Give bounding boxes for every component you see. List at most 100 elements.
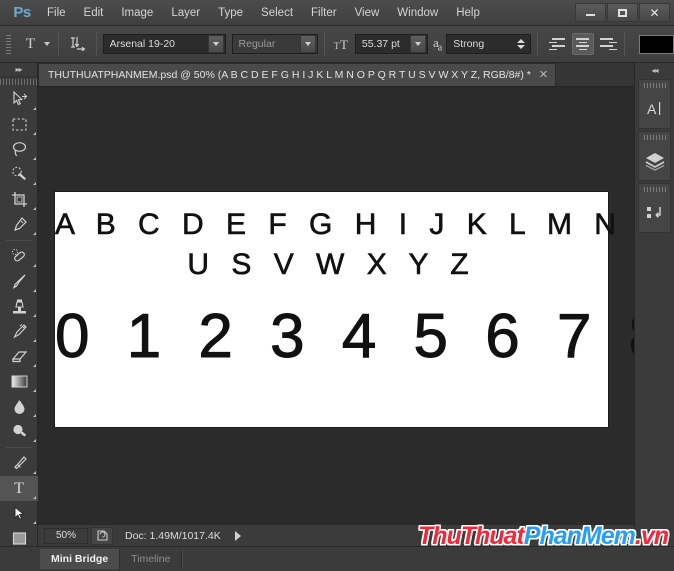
dodge-tool[interactable]: [0, 419, 38, 444]
menu-view[interactable]: View: [346, 3, 389, 23]
gradient-tool[interactable]: [0, 369, 38, 394]
tool-options-corner: [33, 471, 36, 474]
brush-tool[interactable]: [0, 269, 38, 294]
menu-filter[interactable]: Filter: [302, 3, 346, 23]
document-tab[interactable]: THUTHUATPHANMEM.psd @ 50% (A B C D E F G…: [38, 63, 557, 86]
divider: [536, 32, 538, 56]
move-tool[interactable]: [0, 87, 38, 112]
zoom-level-input[interactable]: 50%: [44, 527, 88, 544]
clone-stamp-tool[interactable]: [0, 294, 38, 319]
panel-dock: ◂◂ A: [634, 63, 674, 550]
font-size-input[interactable]: 55.37 pt: [354, 34, 428, 54]
layers-panel-icon: [644, 142, 666, 180]
menu-window[interactable]: Window: [388, 3, 447, 23]
tool-options-corner: [33, 289, 36, 292]
tool-preset-picker[interactable]: T: [16, 32, 52, 56]
pen-tool[interactable]: [0, 451, 38, 476]
spot-healing-brush-tool[interactable]: [0, 244, 38, 269]
align-right-button[interactable]: [596, 33, 618, 55]
close-icon: ✕: [649, 5, 660, 20]
minimize-button[interactable]: [575, 3, 606, 22]
layers-panel-button[interactable]: [638, 131, 671, 181]
text-color-swatch[interactable]: [638, 34, 674, 54]
lasso-tool[interactable]: [0, 137, 38, 162]
svg-text:T: T: [340, 37, 348, 52]
chevron-down-icon: [44, 42, 51, 46]
menu-image[interactable]: Image: [112, 3, 162, 23]
toggle-text-orientation-icon[interactable]: [65, 32, 89, 56]
artboard[interactable]: A B C D E F G H I J K L M N O P Q R T U …: [55, 192, 635, 427]
quick-selection-tool[interactable]: [0, 162, 38, 187]
eyedropper-tool[interactable]: [0, 212, 38, 237]
anti-aliasing-select[interactable]: Strong: [446, 34, 531, 54]
title-bar: Ps File Edit Image Layer Type Select Fil…: [0, 0, 674, 26]
divider: [95, 32, 97, 56]
crop-tool[interactable]: [0, 187, 38, 212]
tool-options-corner: [33, 132, 36, 135]
font-family-select[interactable]: Arsenal 19-20: [102, 34, 226, 54]
text-alignment-group: [548, 33, 618, 55]
divider: [58, 32, 60, 56]
eraser-tool[interactable]: [0, 344, 38, 369]
close-button[interactable]: ✕: [639, 3, 670, 22]
tool-options-corner: [33, 314, 36, 317]
history-panel-button[interactable]: [638, 183, 671, 233]
tab-timeline[interactable]: Timeline: [120, 549, 183, 569]
artwork-letters-row-1: A B C D E F G H I J K L M N O P Q R T: [55, 208, 634, 242]
anti-aliasing-icon: aa: [432, 34, 442, 54]
document-tab-bar: THUTHUATPHANMEM.psd @ 50% (A B C D E F G…: [38, 63, 650, 87]
bottom-bar-empty: [182, 549, 674, 569]
character-panel-button[interactable]: A: [638, 79, 671, 129]
menu-help[interactable]: Help: [447, 3, 489, 23]
watermark-part-2: PhanMem: [523, 522, 636, 550]
collapse-panels-icon[interactable]: ◂◂: [635, 63, 674, 77]
maximize-icon: [618, 8, 627, 17]
chevron-down-icon[interactable]: [299, 35, 316, 53]
tool-options-corner: [33, 414, 36, 417]
options-bar-gripper[interactable]: [4, 33, 12, 55]
divider: [623, 32, 625, 56]
panel-gripper[interactable]: [643, 134, 666, 142]
font-size-value: 55.37 pt: [361, 38, 400, 50]
svg-text:A: A: [647, 101, 657, 117]
horizontal-type-tool[interactable]: T: [0, 476, 38, 501]
panel-gripper[interactable]: [643, 82, 666, 90]
status-expand-icon[interactable]: [234, 530, 241, 541]
history-panel-icon: [644, 194, 666, 232]
toolbar-gripper[interactable]: [0, 77, 37, 87]
rectangular-marquee-tool[interactable]: [0, 112, 38, 137]
stepper-icon[interactable]: [514, 35, 528, 53]
menu-layer[interactable]: Layer: [162, 3, 209, 23]
align-center-button[interactable]: [571, 33, 594, 55]
tool-options-corner: [33, 232, 36, 235]
type-tool-icon: T: [14, 479, 24, 497]
font-style-select[interactable]: Regular: [231, 34, 318, 54]
watermark: ThuThuatPhanMem.vn: [418, 522, 669, 550]
menu-file[interactable]: File: [38, 3, 75, 23]
anti-aliasing-value: Strong: [453, 38, 485, 50]
align-left-button[interactable]: [548, 33, 570, 55]
history-brush-tool[interactable]: [0, 319, 38, 344]
panel-gripper[interactable]: [643, 186, 666, 194]
minimize-icon: [586, 14, 595, 16]
menu-edit[interactable]: Edit: [75, 3, 113, 23]
divider: [6, 240, 31, 241]
tool-options-corner: [33, 264, 36, 267]
document-info-icon[interactable]: [91, 526, 113, 545]
character-panel-icon: A: [645, 90, 665, 128]
artwork-numbers-row: 0 1 2 3 4 5 6 7 8 9: [55, 302, 635, 371]
close-icon[interactable]: ✕: [539, 69, 548, 81]
menu-type[interactable]: Type: [209, 3, 252, 23]
chevron-down-icon[interactable]: [409, 35, 426, 53]
tab-mini-bridge[interactable]: Mini Bridge: [40, 549, 121, 569]
menu-bar: File Edit Image Layer Type Select Filter…: [38, 0, 489, 26]
expand-toolbar-icon[interactable]: ▸▸: [0, 63, 37, 77]
menu-select[interactable]: Select: [252, 3, 302, 23]
chevron-down-icon[interactable]: [207, 35, 224, 53]
tool-options-corner: [33, 157, 36, 160]
divider: [6, 447, 31, 448]
canvas-area[interactable]: A B C D E F G H I J K L M N O P Q R T U …: [38, 87, 634, 524]
maximize-button[interactable]: [607, 3, 638, 22]
blur-tool[interactable]: [0, 394, 38, 419]
path-selection-tool[interactable]: [0, 501, 38, 526]
